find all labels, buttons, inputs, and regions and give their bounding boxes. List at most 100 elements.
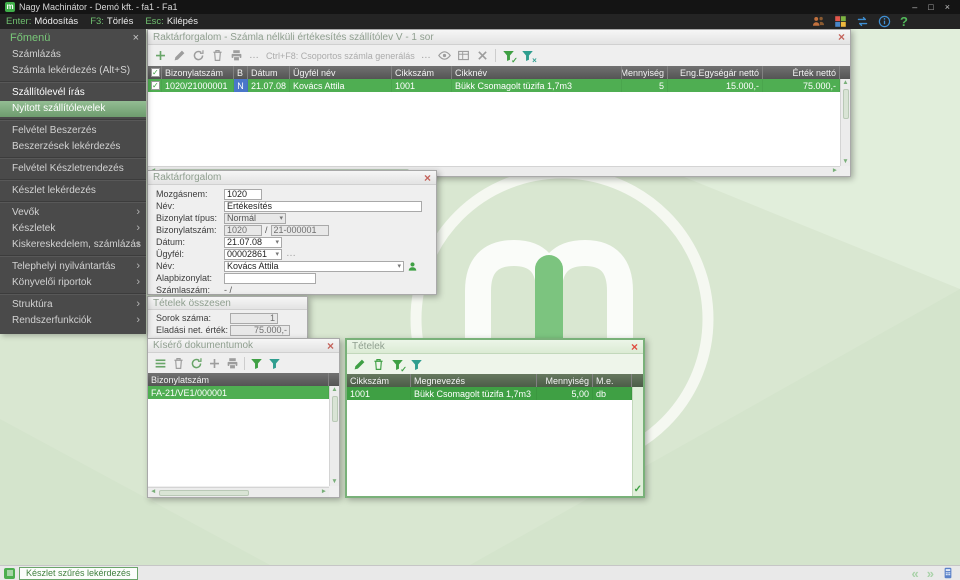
sidebar-item-szallitolevel-iras[interactable]: Szállítólevél írás <box>0 85 146 101</box>
print-icon[interactable] <box>226 357 239 370</box>
select-all-checkbox[interactable]: ✓ <box>151 68 160 77</box>
sidebar-item-keszlet-lekerdezes[interactable]: Készlet lekérdezés <box>0 183 146 199</box>
sidebar-item-vevok[interactable]: Vevők› <box>0 205 146 221</box>
cell-checkbox[interactable]: ✓ <box>148 79 162 92</box>
stock-filter-query-button[interactable]: Készlet szűrés lekérdezés <box>19 567 138 580</box>
doc-number-input[interactable] <box>271 225 329 236</box>
info-icon[interactable] <box>878 15 891 28</box>
movement-input[interactable] <box>224 189 262 200</box>
edit-icon[interactable] <box>173 49 186 62</box>
filter-apply-icon[interactable]: ✓ <box>391 358 404 371</box>
header-unit-price[interactable]: Eng.Egységár nettó <box>668 66 763 79</box>
customer-select[interactable]: 00002861 ▾ <box>224 249 282 260</box>
close-icon[interactable]: × <box>133 33 139 44</box>
table-row[interactable]: ✓ 1020/21000001 N 21.07.08 Kovács Attila… <box>148 79 840 92</box>
header-quantity[interactable]: Mennyiség <box>622 66 668 79</box>
base-doc-input[interactable] <box>224 273 316 284</box>
more-options-icon[interactable]: … <box>249 51 260 61</box>
sidebar-item-konyveloi-riportok[interactable]: Könyvelői riportok› <box>0 275 146 291</box>
help-icon[interactable]: ? <box>900 15 908 28</box>
filter-apply-icon[interactable] <box>250 357 263 370</box>
table-row[interactable]: 1001 Bükk Csomagolt tüzifa 1,7m3 5,00 db <box>347 387 632 400</box>
sidebar-item-szamla-lekerdezes[interactable]: Számla lekérdezés (Alt+S) <box>0 63 146 79</box>
navigate-back-icon[interactable]: « <box>912 567 919 580</box>
header-select-all[interactable]: ✓ <box>148 66 162 79</box>
minimize-button[interactable]: – <box>912 3 917 12</box>
add-icon[interactable] <box>154 49 167 62</box>
menu-exit[interactable]: Esc: Kilépés <box>145 16 198 27</box>
date-picker[interactable]: 21.07.08 ▾ <box>224 237 282 248</box>
scroll-thumb[interactable] <box>332 396 338 422</box>
vertical-scrollbar[interactable]: ▲ ▼ <box>329 386 339 486</box>
header-customer[interactable]: Ügyfél név <box>290 66 392 79</box>
customer-search-icon[interactable] <box>407 261 418 272</box>
header-quantity[interactable]: Mennyiség <box>537 374 593 387</box>
close-icon[interactable]: × <box>838 31 845 43</box>
scroll-down-icon[interactable]: ▼ <box>841 158 849 167</box>
add-icon[interactable] <box>208 357 221 370</box>
movement-dialog-titlebar[interactable]: Raktárforgalom × <box>148 171 436 185</box>
sidebar-item-rendszerfunkciok[interactable]: Rendszerfunkciók› <box>0 313 146 329</box>
scroll-right-icon[interactable]: ► <box>831 167 839 176</box>
delete-icon[interactable] <box>172 357 185 370</box>
header-doc-number[interactable]: Bizonylatszám <box>162 66 234 79</box>
header-unit[interactable]: M.e. <box>593 374 632 387</box>
accompanying-docs-titlebar[interactable]: Kísérő dokumentumok × <box>148 339 339 353</box>
edit-icon[interactable] <box>353 358 366 371</box>
scroll-up-icon[interactable]: ▲ <box>841 79 849 88</box>
list-icon[interactable] <box>154 357 167 370</box>
refresh-icon[interactable] <box>190 357 203 370</box>
sidebar-item-felvetel-beszerzes[interactable]: Felvétel Beszerzés <box>0 123 146 139</box>
name-input[interactable] <box>224 201 422 212</box>
window-titlebar[interactable]: m Nagy Machinátor - Demó kft. - fa1 - Fa… <box>0 0 960 14</box>
doc-type-select[interactable]: Normál ▾ <box>224 213 286 224</box>
sync-icon[interactable] <box>856 15 869 28</box>
menu-modify[interactable]: Enter: Módosítás <box>6 16 78 27</box>
sidebar-item-szamlazas[interactable]: Számlázás <box>0 47 146 63</box>
close-icon[interactable]: × <box>631 341 638 353</box>
row-checkbox[interactable]: ✓ <box>151 81 160 90</box>
table-view-icon[interactable] <box>457 49 470 62</box>
header-item-number[interactable]: Cikkszám <box>347 374 411 387</box>
scroll-down-icon[interactable]: ▼ <box>330 478 338 487</box>
delete-icon[interactable] <box>211 49 224 62</box>
sidebar-item-struktura[interactable]: Struktúra› <box>0 297 146 313</box>
menu-delete[interactable]: F3: Törlés <box>90 16 133 27</box>
preview-eye-icon[interactable] <box>438 49 451 62</box>
maximize-button[interactable]: □ <box>928 3 933 12</box>
scroll-right-icon[interactable]: ► <box>320 488 328 497</box>
users-icon[interactable] <box>812 15 825 28</box>
more-options-icon[interactable]: … <box>421 51 432 61</box>
header-date[interactable]: Dátum <box>248 66 290 79</box>
header-b[interactable]: B <box>234 66 248 79</box>
header-net-value[interactable]: Érték nettó <box>763 66 840 79</box>
close-button[interactable]: × <box>945 3 950 12</box>
vertical-scrollbar[interactable]: ▲ ▼ <box>840 79 850 166</box>
header-item-name[interactable]: Cikknév <box>452 66 622 79</box>
items-titlebar[interactable]: Tételek × <box>347 340 643 354</box>
filter-clear-icon[interactable]: × <box>521 49 534 62</box>
apps-grid-icon[interactable] <box>834 15 847 28</box>
scroll-up-icon[interactable]: ▲ <box>330 386 338 395</box>
close-icon[interactable]: × <box>327 340 334 352</box>
sidebar-item-beszerzesek-lekerdezes[interactable]: Beszerzések lekérdezés <box>0 139 146 155</box>
horizontal-scrollbar[interactable]: ◄ ► <box>148 487 329 497</box>
sidebar-item-telephelyi-nyilvantartas[interactable]: Telephelyi nyilvántartás› <box>0 259 146 275</box>
scroll-thumb[interactable] <box>843 89 849 119</box>
navigate-forward-icon[interactable]: » <box>927 567 934 580</box>
sidebar-item-kiskereskedelem[interactable]: Kiskereskedelem, számlázás› <box>0 237 146 253</box>
customer-name-select[interactable]: Kovács Attila ▾ <box>224 261 404 272</box>
refresh-icon[interactable] <box>192 49 205 62</box>
doc-number-prefix-input[interactable] <box>224 225 262 236</box>
table-row[interactable]: FA-21/VE1/000001 <box>148 386 329 399</box>
filter-clear-icon[interactable] <box>268 357 281 370</box>
sidebar-item-felvetel-keszletrendezes[interactable]: Felvétel Készletrendezés <box>0 161 146 177</box>
calculator-icon[interactable] <box>942 567 954 579</box>
scroll-thumb[interactable] <box>159 490 249 496</box>
header-item-name[interactable]: Megnevezés <box>411 374 537 387</box>
delete-icon[interactable] <box>372 358 385 371</box>
header-item-number[interactable]: Cikkszám <box>392 66 452 79</box>
sidebar-item-nyitott-szallitolevelek[interactable]: Nyitott szállítólevelek <box>0 101 146 117</box>
print-icon[interactable] <box>230 49 243 62</box>
totals-titlebar[interactable]: Tételek összesen <box>148 297 307 310</box>
